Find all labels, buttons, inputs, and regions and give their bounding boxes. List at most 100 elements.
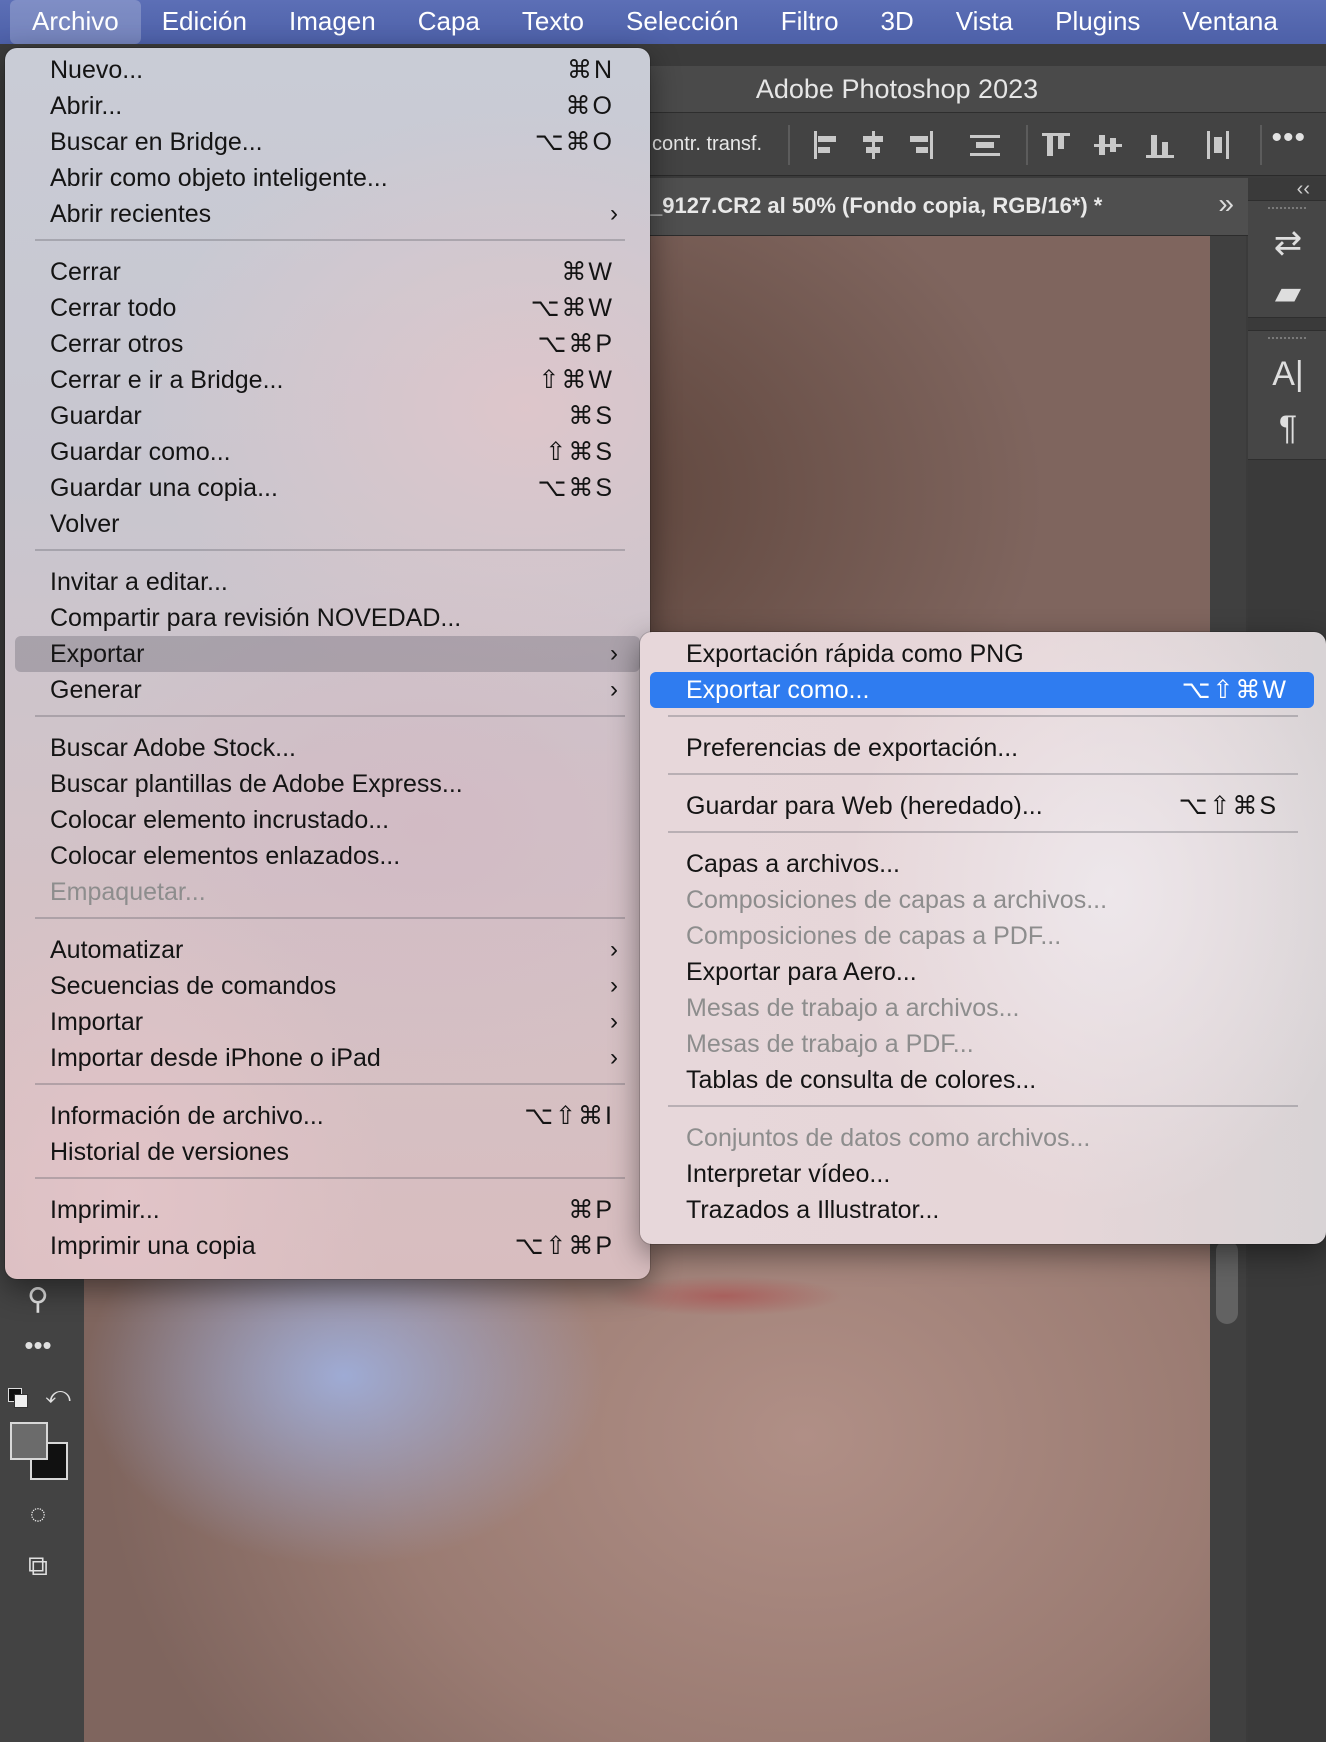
menu-item-importar-desde-iphone-o-ipad[interactable]: Importar desde iPhone o iPad › (5, 1040, 650, 1076)
menu-separator (35, 715, 625, 717)
menu-item-buscar-en-bridge[interactable]: Buscar en Bridge... ⌥⌘O (5, 124, 650, 160)
zoom-icon[interactable]: ⚲ (18, 1282, 58, 1317)
submenu-chevron-icon: › (610, 640, 618, 667)
menu-item-exportar[interactable]: Exportar › (15, 636, 640, 672)
menu-seleccion[interactable]: Selección (605, 0, 760, 44)
menu-item-guardar-como[interactable]: Guardar como... ⇧⌘S (5, 434, 650, 470)
menu-item-cerrar[interactable]: Cerrar ⌘W (5, 254, 650, 290)
menu-item-buscar-plantillas-de-adobe-express[interactable]: Buscar plantillas de Adobe Express... (5, 766, 650, 802)
more-options-icon[interactable]: ••• (1271, 121, 1306, 155)
menu-item-cerrar-e-ir-a-bridge[interactable]: Cerrar e ir a Bridge... ⇧⌘W (5, 362, 650, 398)
quick-mask-icon[interactable]: ◌ (18, 1498, 58, 1530)
align-right-icon[interactable] (906, 131, 936, 159)
menu-item-compartir-para-revision-novedad[interactable]: Compartir para revisión NOVEDAD... (5, 600, 650, 636)
menu-item-label: Guardar para Web (heredado)... (686, 792, 1043, 820)
menu-item-label: Buscar en Bridge... (50, 128, 263, 156)
menu-plugins[interactable]: Plugins (1034, 0, 1161, 44)
menu-item-buscar-adobe-stock[interactable]: Buscar Adobe Stock... (5, 730, 650, 766)
swap-colors-icon[interactable]: ⤺ (38, 1382, 78, 1410)
submenu-chevron-icon: › (610, 676, 618, 703)
submenu-item-preferencias-de-exportacion[interactable]: Preferencias de exportación... (640, 730, 1326, 766)
menu-item-abrir-como-objeto-inteligente[interactable]: Abrir como objeto inteligente... (5, 160, 650, 196)
menu-item-label: Cerrar otros (50, 330, 184, 358)
menu-item-importar[interactable]: Importar › (5, 1004, 650, 1040)
menu-item-label: Preferencias de exportación... (686, 734, 1019, 762)
align-left-icon[interactable] (810, 131, 840, 159)
submenu-item-tablas-de-consulta-de-colores[interactable]: Tablas de consulta de colores... (640, 1062, 1326, 1098)
menu-item-volver[interactable]: Volver (5, 506, 650, 542)
options-separator (1026, 125, 1028, 165)
comment-icon[interactable]: ▰ (1268, 273, 1308, 313)
submenu-item-trazados-a-illustrator[interactable]: Trazados a Illustrator... (640, 1192, 1326, 1228)
menu-item-label: Importar (50, 1008, 144, 1036)
document-tab[interactable]: _9127.CR2 al 50% (Fondo copia, RGB/16*) … (650, 193, 1102, 219)
panel-group: A| ¶ (1248, 330, 1326, 460)
menu-item-label: Guardar una copia... (50, 474, 278, 502)
menu-item-historial-de-versiones[interactable]: Historial de versiones (5, 1134, 650, 1170)
menu-3d[interactable]: 3D (860, 0, 935, 44)
submenu-chevron-icon: › (610, 1044, 618, 1071)
menu-archivo[interactable]: Archivo (10, 0, 141, 44)
menu-item-label: Automatizar (50, 936, 184, 964)
menu-item-automatizar[interactable]: Automatizar › (5, 932, 650, 968)
menu-separator (35, 549, 625, 551)
menu-filtro[interactable]: Filtro (760, 0, 860, 44)
menu-item-invitar-a-editar[interactable]: Invitar a editar... (5, 564, 650, 600)
menu-item-abrir-recientes[interactable]: Abrir recientes › (5, 196, 650, 232)
submenu-item-exportar-como[interactable]: Exportar como... ⌥⇧⌘W (650, 672, 1314, 708)
screen-mode-icon[interactable]: ⧉ (18, 1550, 58, 1583)
menu-item-cerrar-otros[interactable]: Cerrar otros ⌥⌘P (5, 326, 650, 362)
panel-grip[interactable] (1268, 337, 1306, 343)
character-icon[interactable]: A| (1268, 355, 1308, 394)
submenu-item-guardar-para-web-heredado[interactable]: Guardar para Web (heredado)... ⌥⇧⌘S (640, 788, 1326, 824)
menu-item-guardar-una-copia[interactable]: Guardar una copia... ⌥⌘S (5, 470, 650, 506)
menu-imagen[interactable]: Imagen (268, 0, 397, 44)
foreground-color-swatch[interactable] (10, 1422, 48, 1460)
history-brush-icon[interactable]: ⇄ (1268, 223, 1308, 263)
menu-item-label: Secuencias de comandos (50, 972, 337, 1000)
menu-item-abrir[interactable]: Abrir... ⌘O (5, 88, 650, 124)
menu-item-generar[interactable]: Generar › (5, 672, 650, 708)
distribute-vertical-icon[interactable] (1204, 131, 1234, 159)
menu-item-secuencias-de-comandos[interactable]: Secuencias de comandos › (5, 968, 650, 1004)
menu-edicion[interactable]: Edición (141, 0, 268, 44)
menu-ventana[interactable]: Ventana (1161, 0, 1298, 44)
menu-vista[interactable]: Vista (935, 0, 1034, 44)
menu-separator (668, 715, 1298, 717)
tab-overflow-icon[interactable]: » (1218, 188, 1234, 220)
menu-item-label: Exportación rápida como PNG (686, 640, 1024, 668)
menu-item-nuevo[interactable]: Nuevo... ⌘N (5, 52, 650, 88)
menu-item-label: Conjuntos de datos como archivos... (686, 1124, 1091, 1152)
menu-item-label: Información de archivo... (50, 1102, 324, 1130)
options-separator (1260, 125, 1262, 165)
align-middle-vertical-icon[interactable] (1094, 131, 1124, 159)
distribute-horizontal-icon[interactable] (970, 131, 1000, 159)
menu-capa[interactable]: Capa (397, 0, 501, 44)
align-center-horizontal-icon[interactable] (858, 131, 888, 159)
menu-item-informacion-de-archivo[interactable]: Información de archivo... ⌥⇧⌘I (5, 1098, 650, 1134)
align-top-icon[interactable] (1042, 131, 1072, 159)
menu-item-label: Volver (50, 510, 120, 538)
paragraph-icon[interactable]: ¶ (1268, 409, 1308, 448)
submenu-item-interpretar-video[interactable]: Interpretar vídeo... (640, 1156, 1326, 1192)
transform-controls-label[interactable]: contr. transf. (652, 133, 762, 156)
submenu-item-exportar-para-aero[interactable]: Exportar para Aero... (640, 954, 1326, 990)
menu-item-colocar-elemento-incrustado[interactable]: Colocar elemento incrustado... (5, 802, 650, 838)
submenu-chevron-icon: › (610, 200, 618, 227)
menu-item-colocar-elementos-enlazados[interactable]: Colocar elementos enlazados... (5, 838, 650, 874)
submenu-item-exportacion-rapida-como-png[interactable]: Exportación rápida como PNG (640, 636, 1326, 672)
menu-bar: Archivo Edición Imagen Capa Texto Selección Fi… (0, 0, 1326, 44)
panel-grip[interactable] (1268, 207, 1306, 213)
menu-item-empaquetar: Empaquetar... (5, 874, 650, 910)
submenu-item-capas-a-archivos[interactable]: Capas a archivos... (640, 846, 1326, 882)
scrollbar-thumb[interactable] (1216, 1240, 1238, 1324)
menu-item-imprimir[interactable]: Imprimir... ⌘P (5, 1192, 650, 1228)
menu-item-imprimir-una-copia[interactable]: Imprimir una copia ⌥⇧⌘P (5, 1228, 650, 1264)
collapse-panels-icon[interactable]: ‹‹ (1297, 178, 1310, 201)
align-bottom-icon[interactable] (1146, 131, 1176, 159)
menu-item-cerrar-todo[interactable]: Cerrar todo ⌥⌘W (5, 290, 650, 326)
menu-texto[interactable]: Texto (501, 0, 605, 44)
menu-item-label: Nuevo... (50, 56, 144, 84)
more-tools-icon[interactable]: ••• (18, 1330, 58, 1361)
menu-item-guardar[interactable]: Guardar ⌘S (5, 398, 650, 434)
